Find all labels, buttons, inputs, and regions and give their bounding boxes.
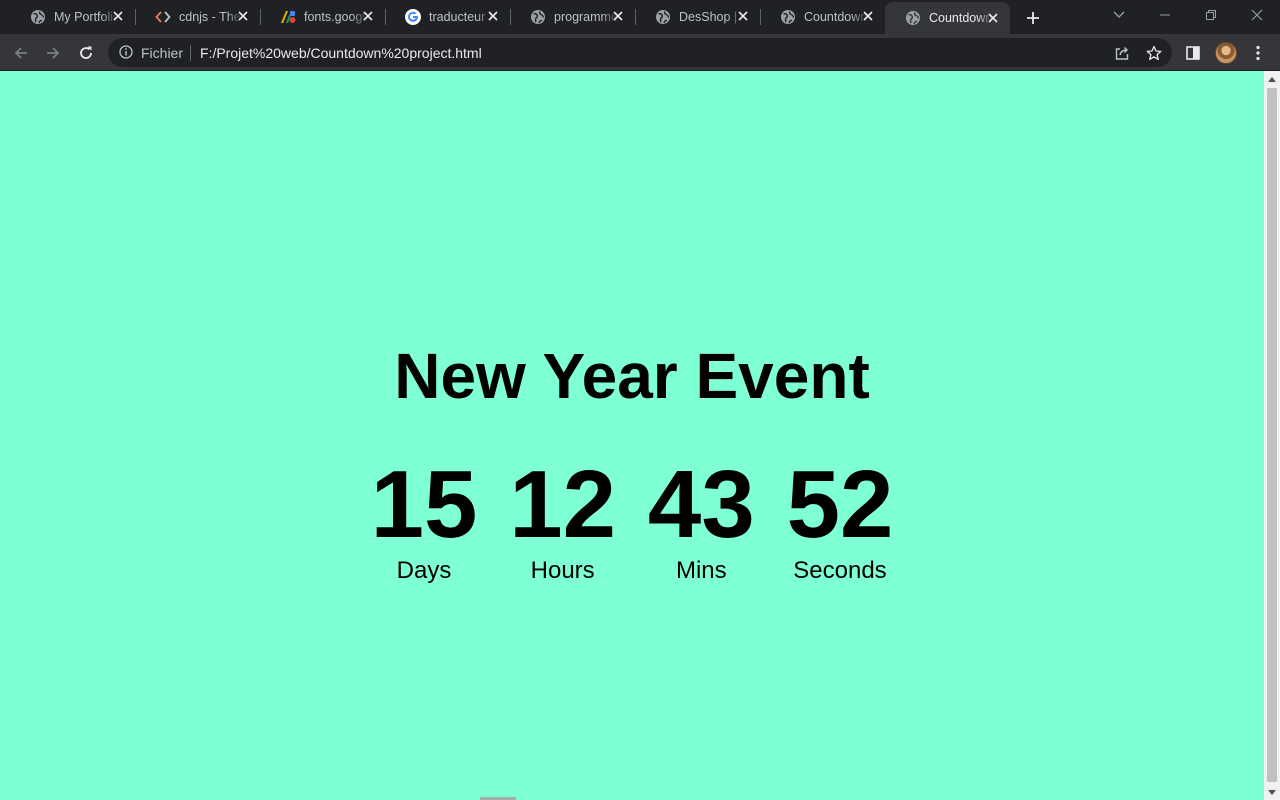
chevron-down-icon xyxy=(1113,11,1125,18)
mins-value: 43 xyxy=(647,451,755,558)
tab-strip: My Portfolio cdnjs - The #1 free and ope… xyxy=(0,0,1280,34)
arrow-left-icon xyxy=(14,47,27,59)
countdown-mins: 43 Mins xyxy=(632,455,770,585)
address-bar[interactable]: Fichier F:/Projet%20web/Countdown%20proj… xyxy=(108,38,1172,67)
triangle-up-icon xyxy=(1268,76,1276,82)
countdown: 15 Days 12 Hours 43 Mins 52 Seconds xyxy=(355,455,909,585)
more-vertical-icon xyxy=(1256,45,1260,61)
tab-desshop[interactable]: DesShop | E-commerce xyxy=(635,0,761,34)
hours-value: 12 xyxy=(509,451,617,558)
close-tab-icon[interactable] xyxy=(111,9,125,23)
globe-icon xyxy=(30,9,46,25)
countdown-days: 15 Days xyxy=(355,455,493,585)
close-tab-icon[interactable] xyxy=(736,9,750,23)
address-separator xyxy=(190,45,191,61)
countdown-hours: 12 Hours xyxy=(494,455,632,585)
google-icon xyxy=(405,9,421,25)
close-tab-icon[interactable] xyxy=(236,9,250,23)
hours-label: Hours xyxy=(530,557,595,584)
close-window-button[interactable] xyxy=(1234,0,1280,30)
tab-my-portfolio[interactable]: My Portfolio xyxy=(10,0,136,34)
arrow-right-icon xyxy=(47,47,60,59)
triangle-down-icon xyxy=(1268,789,1276,795)
page-viewport: New Year Event 15 Days 12 Hours 43 Mins … xyxy=(0,71,1264,800)
share-button[interactable] xyxy=(1112,43,1132,63)
minimize-button[interactable] xyxy=(1142,0,1188,30)
side-panel-icon xyxy=(1186,46,1200,60)
tab-countdown-active[interactable]: Countdown project xyxy=(885,2,1010,34)
menu-button[interactable] xyxy=(1245,40,1271,66)
days-label: Days xyxy=(396,557,452,584)
globe-icon xyxy=(655,9,671,25)
profile-avatar[interactable] xyxy=(1215,42,1237,64)
scrollbar-thumb[interactable] xyxy=(1267,88,1277,782)
days-value: 15 xyxy=(370,451,478,558)
security-label: Fichier xyxy=(141,45,184,61)
tab-title: programme xyxy=(554,10,618,24)
globe-icon xyxy=(780,9,796,25)
tab-title: cdnjs - The #1 free and open source CDN xyxy=(179,10,243,24)
close-tab-icon[interactable] xyxy=(986,11,1000,25)
google-fonts-icon xyxy=(280,9,296,25)
close-tab-icon[interactable] xyxy=(486,9,500,23)
tab-traducteur[interactable]: traducteur français anglais xyxy=(385,0,511,34)
forward-button[interactable] xyxy=(40,40,66,66)
back-button[interactable] xyxy=(8,40,34,66)
bookmark-button[interactable] xyxy=(1144,43,1164,63)
reload-button[interactable] xyxy=(73,40,99,66)
tab-title: My Portfolio xyxy=(54,10,118,24)
globe-icon xyxy=(530,9,546,25)
plus-icon xyxy=(1027,12,1039,24)
scroll-down-button[interactable] xyxy=(1264,784,1280,800)
scroll-up-button[interactable] xyxy=(1264,71,1280,87)
side-panel-button[interactable] xyxy=(1180,40,1206,66)
tab-title: fonts.google.com xyxy=(304,10,368,24)
tab-search-button[interactable] xyxy=(1096,0,1142,30)
event-title: New Year Event xyxy=(394,340,870,412)
vertical-scrollbar[interactable] xyxy=(1264,71,1280,800)
new-tab-button[interactable] xyxy=(1022,7,1044,29)
browser-toolbar: Fichier F:/Projet%20web/Countdown%20proj… xyxy=(0,34,1280,71)
tab-title: Countdown project xyxy=(929,11,993,25)
tab-title: Countdown project xyxy=(804,10,868,24)
reload-icon xyxy=(80,46,92,59)
tab-programme[interactable]: programme xyxy=(510,0,636,34)
tab-google-fonts[interactable]: fonts.google.com xyxy=(260,0,386,34)
seconds-label: Seconds xyxy=(793,557,887,584)
close-tab-icon[interactable] xyxy=(861,9,875,23)
tab-cdnjs[interactable]: cdnjs - The #1 free and open source CDN xyxy=(135,0,261,34)
restore-button[interactable] xyxy=(1188,0,1234,30)
share-icon xyxy=(1115,47,1129,60)
minimize-icon xyxy=(1160,14,1170,16)
url-text[interactable]: F:/Projet%20web/Countdown%20project.html xyxy=(200,45,482,61)
restore-icon xyxy=(1206,10,1216,20)
countdown-seconds: 52 Seconds xyxy=(771,455,909,585)
close-tab-icon[interactable] xyxy=(361,9,375,23)
tab-title: traducteur français anglais xyxy=(429,10,493,24)
seconds-value: 52 xyxy=(786,451,894,558)
tab-title: DesShop | E-commerce xyxy=(679,10,743,24)
cdnjs-icon xyxy=(155,9,171,25)
tab-countdown-1[interactable]: Countdown project xyxy=(760,0,885,34)
mins-label: Mins xyxy=(675,557,727,584)
star-icon xyxy=(1146,45,1162,61)
globe-icon xyxy=(905,10,921,26)
close-icon xyxy=(1251,9,1263,21)
info-icon[interactable] xyxy=(119,45,133,59)
close-tab-icon[interactable] xyxy=(611,9,625,23)
